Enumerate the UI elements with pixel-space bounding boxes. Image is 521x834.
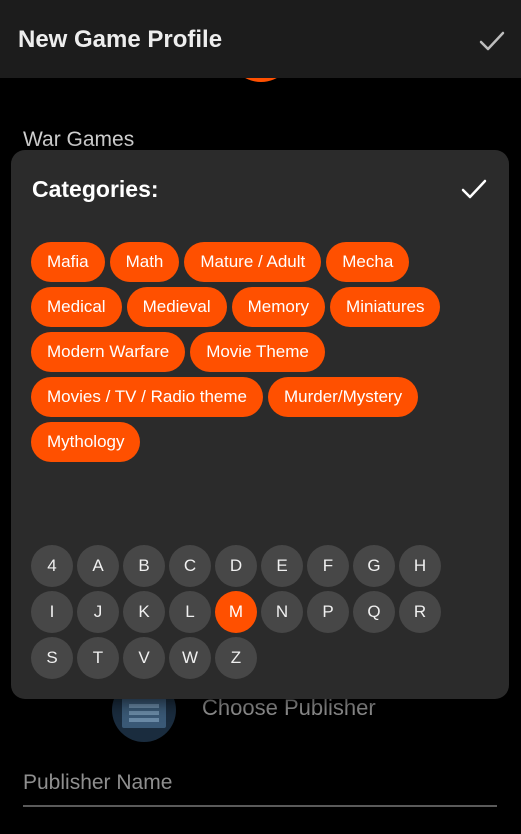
- letter-button[interactable]: E: [261, 545, 303, 587]
- category-preview[interactable]: War Games: [23, 128, 134, 152]
- category-chip[interactable]: Memory: [231, 287, 326, 327]
- letter-button[interactable]: D: [215, 545, 257, 587]
- letter-button-selected[interactable]: M: [215, 591, 257, 633]
- app-bar: New Game Profile: [0, 0, 521, 78]
- letter-button[interactable]: F: [307, 545, 349, 587]
- category-chip[interactable]: Mythology: [31, 422, 141, 462]
- category-chip[interactable]: Mecha: [326, 242, 410, 282]
- check-icon[interactable]: [459, 174, 489, 204]
- category-chip[interactable]: Mature / Adult: [184, 242, 322, 282]
- letter-button[interactable]: Z: [215, 637, 257, 679]
- category-chip[interactable]: Movies / TV / Radio theme: [31, 377, 263, 417]
- letter-button[interactable]: J: [77, 591, 119, 633]
- letter-button[interactable]: A: [77, 545, 119, 587]
- categories-dialog: Categories: Mafia Math Mature / Adult Me…: [11, 150, 509, 699]
- letter-button[interactable]: N: [261, 591, 303, 633]
- category-chip[interactable]: Modern Warfare: [31, 332, 186, 372]
- letter-button[interactable]: R: [399, 591, 441, 633]
- category-chip[interactable]: Movie Theme: [190, 332, 325, 372]
- letter-button[interactable]: H: [399, 545, 441, 587]
- dialog-title: Categories:: [32, 176, 159, 202]
- page-title: New Game Profile: [18, 26, 223, 53]
- letter-button[interactable]: K: [123, 591, 165, 633]
- letter-button[interactable]: L: [169, 591, 211, 633]
- letter-button[interactable]: G: [353, 545, 395, 587]
- category-chip[interactable]: Murder/Mystery: [268, 377, 419, 417]
- category-chip[interactable]: Mafia: [31, 242, 105, 282]
- letter-index: 4 A B C D E F G H I J K L M N P Q R S T …: [31, 545, 501, 683]
- letter-button[interactable]: S: [31, 637, 73, 679]
- publisher-name-input[interactable]: Publisher Name: [23, 771, 172, 795]
- category-chip[interactable]: Medical: [31, 287, 122, 327]
- letter-button[interactable]: I: [31, 591, 73, 633]
- category-chip[interactable]: Math: [109, 242, 180, 282]
- letter-row: 4 A B C D E F G H: [31, 545, 501, 587]
- letter-row: S T V W Z: [31, 637, 501, 679]
- publisher-name-underline: [23, 805, 497, 807]
- letter-button[interactable]: V: [123, 637, 165, 679]
- letter-button[interactable]: Q: [353, 591, 395, 633]
- letter-button[interactable]: W: [169, 637, 211, 679]
- category-chip[interactable]: Miniatures: [330, 287, 441, 327]
- check-icon[interactable]: [477, 26, 507, 56]
- category-chip-list: Mafia Math Mature / Adult Mecha Medical …: [31, 242, 501, 462]
- letter-button[interactable]: P: [307, 591, 349, 633]
- letter-row: I J K L M N P Q R: [31, 591, 501, 633]
- category-chip[interactable]: Medieval: [126, 287, 227, 327]
- letter-button[interactable]: T: [77, 637, 119, 679]
- letter-button[interactable]: B: [123, 545, 165, 587]
- letter-button[interactable]: C: [169, 545, 211, 587]
- letter-button[interactable]: 4: [31, 545, 73, 587]
